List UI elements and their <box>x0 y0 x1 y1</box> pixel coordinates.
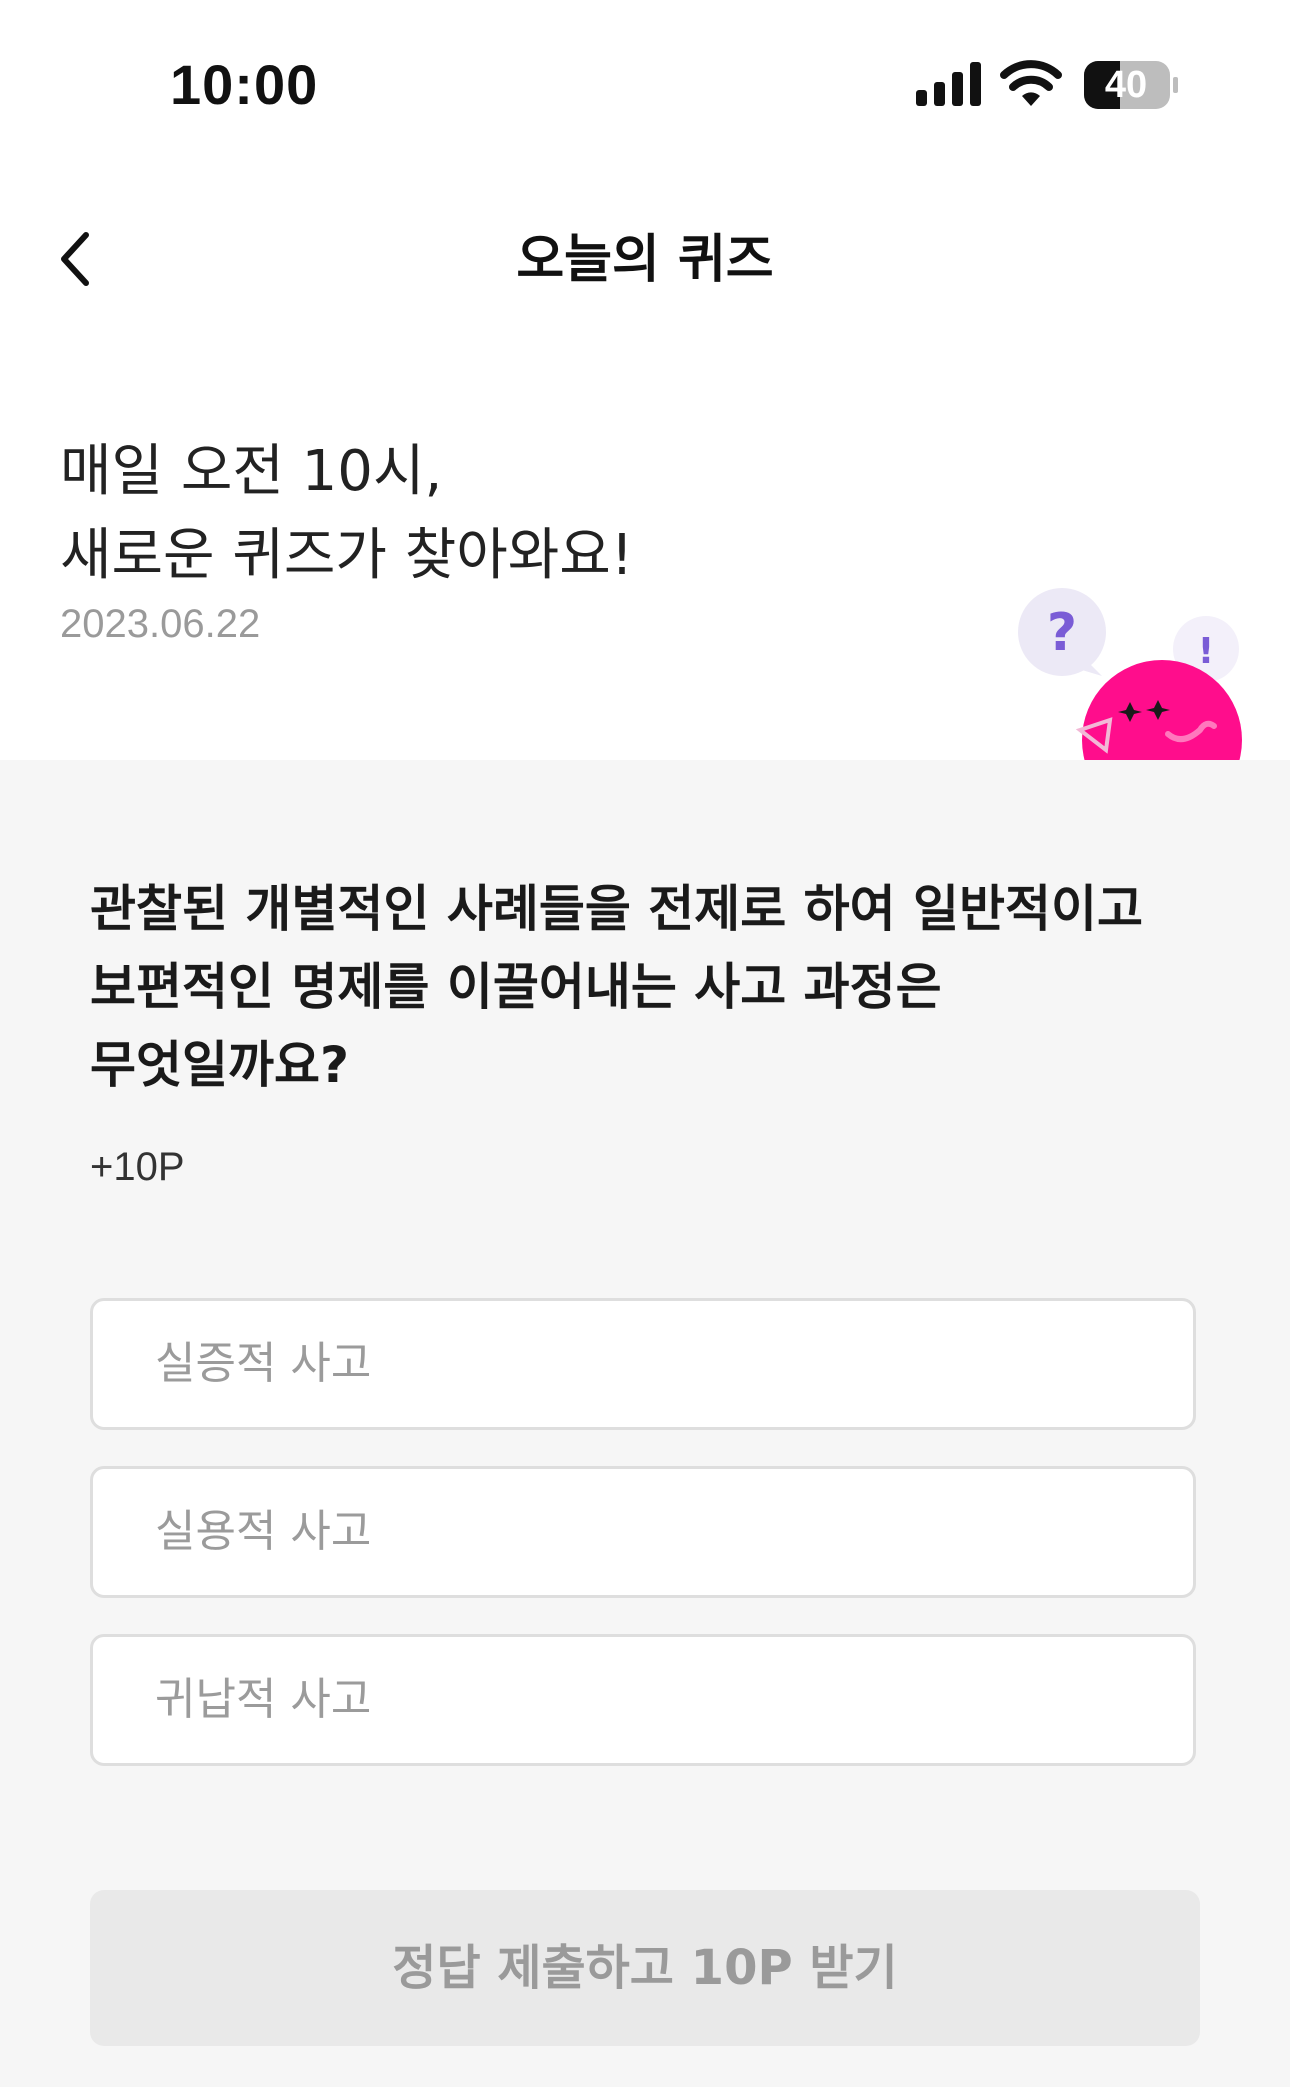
signal-icon <box>916 62 981 106</box>
exclamation-mark: ! <box>1198 631 1214 672</box>
submit-answer-button[interactable]: 정답 제출하고 10P 받기 <box>90 1890 1200 2046</box>
intro-line-1: 매일 오전 10시, <box>60 439 443 504</box>
intro-section: 매일 오전 10시, 새로운 퀴즈가 찾아와요! 2023.06.22 <box>60 430 633 647</box>
answer-option-2[interactable]: 실용적 사고 <box>90 1466 1196 1598</box>
reward-points: +10P <box>90 1145 185 1189</box>
quiz-date: 2023.06.22 <box>60 602 261 646</box>
quiz-question: 관찰된 개별적인 사례들을 전제로 하여 일반적이고 보편적인 명제를 이끌어내… <box>90 880 1144 1094</box>
answer-option-label: 실용적 사고 <box>155 1506 372 1557</box>
mascot-illustration: ? ! <box>1018 588 1242 760</box>
answer-option-1[interactable]: 실증적 사고 <box>90 1298 1196 1430</box>
battery-level: 40 <box>1104 64 1148 106</box>
page-title: 오늘의 퀴즈 <box>516 230 774 290</box>
chevron-left-icon <box>61 232 89 286</box>
intro-line-2: 새로운 퀴즈가 찾아와요! <box>60 523 634 588</box>
answer-option-3[interactable]: 귀납적 사고 <box>90 1634 1196 1766</box>
nav-bar: 오늘의 퀴즈 <box>0 195 1290 325</box>
answer-option-label: 실증적 사고 <box>155 1338 372 1389</box>
wifi-icon <box>1000 60 1062 106</box>
status-bar: 10:00 40 <box>0 0 1290 175</box>
question-mark: ? <box>1047 603 1077 663</box>
question-bubble: ? <box>1018 588 1106 676</box>
answer-option-label: 귀납적 사고 <box>155 1674 372 1725</box>
back-button[interactable] <box>40 223 112 295</box>
status-time: 10:00 <box>170 53 319 116</box>
quiz-section: 관찰된 개별적인 사례들을 전제로 하여 일반적이고 보편적인 명제를 이끌어내… <box>0 760 1290 2087</box>
